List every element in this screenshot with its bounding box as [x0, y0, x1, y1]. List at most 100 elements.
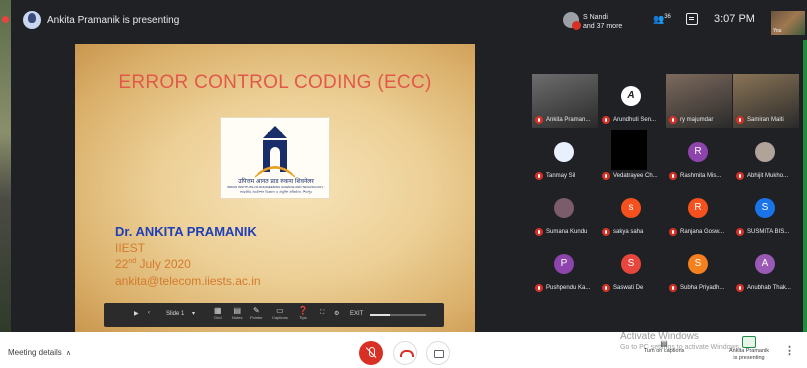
date-rest: July 2020: [136, 257, 191, 271]
muted-mic-icon: [736, 172, 744, 180]
self-view-thumbnail[interactable]: You: [771, 11, 805, 35]
participant-name-text: Saswati De: [613, 285, 644, 291]
participant-name-text: Abhijit Mukho...: [747, 173, 789, 179]
participant-name: Vedatrayee Ch...: [602, 172, 658, 181]
muted-mic-icon: [669, 228, 677, 236]
participant-name-text: Anubhab Thak...: [747, 285, 791, 291]
slide-dropdown-icon[interactable]: ▾: [192, 310, 195, 317]
participant-avatar: R: [688, 198, 708, 218]
participant-name-text: Sumana Kundu: [546, 229, 588, 235]
microphone-off-button[interactable]: [359, 341, 383, 365]
participant-name: Rashmita Mis...: [669, 172, 721, 181]
participant-tile[interactable]: S Saswati De: [599, 242, 665, 296]
muted-mic-icon: [669, 116, 677, 124]
captions-label: Turn on captions: [643, 348, 685, 354]
captions-button[interactable]: ▭ Captions: [272, 306, 288, 320]
prev-arrow-icon[interactable]: ‹: [148, 310, 150, 316]
fullscreen-icon[interactable]: ⛶: [320, 310, 324, 317]
progress-slider[interactable]: [370, 314, 426, 316]
grid-button[interactable]: ▦ Grid: [214, 306, 222, 320]
participant-name: Subha Priyadh...: [669, 284, 724, 293]
pointer-button[interactable]: ✎ Pointer: [250, 306, 263, 320]
participant-video-off: [611, 130, 647, 170]
chat-icon[interactable]: [686, 13, 698, 25]
participant-name: Tanmay Sil: [535, 172, 575, 181]
participant-tile[interactable]: Samiran Maiti: [733, 74, 799, 128]
participant-name: Pushpendu Ka...: [535, 284, 590, 293]
progress-fill: [370, 314, 390, 316]
participant-name-text: sakya saha: [613, 229, 644, 235]
camera-button[interactable]: [426, 341, 450, 365]
more-options-icon[interactable]: ⋮: [784, 344, 795, 357]
logo-text-hindi: उपित्तम आनत प्राड रुकना शिवनेलर: [238, 179, 314, 185]
muted-mic-icon: [736, 284, 744, 292]
participant-name-text: Ankita Praman...: [546, 117, 591, 123]
muted-mic-icon: [669, 284, 677, 292]
participant-name-text: SUSMITA BIS...: [747, 229, 790, 235]
participant-mini-avatar: [563, 12, 581, 30]
muted-mic-icon: [602, 228, 610, 236]
logo-text-bengali: ভারতীয় প্রকৌশল বিজ্ঞান ও প্রযুক্তি প্রত…: [239, 190, 313, 194]
participant-avatar: [755, 142, 775, 162]
participant-tile[interactable]: R Ranjana Gosw...: [666, 186, 732, 240]
participant-tile[interactable]: S Subha Priyadh...: [666, 242, 732, 296]
captions-cc-icon: ▤: [660, 339, 668, 348]
muted-mic-icon: [572, 21, 581, 30]
muted-mic-icon: [669, 172, 677, 180]
participant-tile[interactable]: S SUSMITA BIS...: [733, 186, 799, 240]
muted-mic-icon: [602, 172, 610, 180]
people-count: 36: [664, 14, 671, 20]
logo-emblem-icon: [255, 126, 295, 178]
logo-text-english: INDIAN INSTITUTE OF ENGINEERING SCIENCE …: [227, 185, 325, 189]
participant-tile[interactable]: R Rashmita Mis...: [666, 130, 732, 184]
slide-selector[interactable]: Slide 1: [166, 311, 184, 317]
participant-name: Ankita Praman...: [535, 116, 590, 125]
participant-tile[interactable]: Sumana Kundu: [532, 186, 598, 240]
participant-avatar: P: [554, 254, 574, 274]
participant-tile[interactable]: A Anubhab Thak...: [733, 242, 799, 296]
participant-tile[interactable]: ry majumdar: [666, 74, 732, 128]
presentation-area: ERROR CONTROL CODING (ECC) उपित्तम आनत प…: [11, 44, 537, 332]
participant-name-text: Vedatrayee Ch...: [613, 173, 658, 179]
participant-name-text: ry majumdar: [680, 117, 714, 123]
participants-preview[interactable]: S Nandi and 37 more: [563, 10, 633, 36]
presenting-status-button[interactable]: Ankita Pramanik is presenting: [727, 336, 771, 362]
participant-tile[interactable]: Ankita Praman...: [532, 74, 598, 128]
slide-email: ankita@telecom.iiests.ac.in: [115, 274, 261, 288]
notes-button[interactable]: ▤ Notes: [232, 306, 242, 320]
institute-logo: उपित्तम आनत प्राड रुकना शिवनेलर INDIAN I…: [220, 117, 330, 199]
participant-tile[interactable]: Abhijit Mukho...: [733, 130, 799, 184]
play-button[interactable]: ▶: [134, 310, 139, 317]
notification-dot: [2, 16, 9, 23]
tips-button[interactable]: ❓ Tips: [298, 306, 308, 320]
participant-tile[interactable]: P Pushpendu Ka...: [532, 242, 598, 296]
present-label-status: is presenting: [733, 355, 765, 361]
presenting-label: Ankita Pramanik is presenting: [47, 15, 180, 26]
participant-tile[interactable]: s sakya saha: [599, 186, 665, 240]
participant-name: Sumana Kundu: [535, 228, 587, 237]
turn-on-captions-button[interactable]: ▤ Turn on captions: [636, 339, 692, 354]
participant-tile[interactable]: Tanmay Sil: [532, 130, 598, 184]
participant-avatar: A: [755, 254, 775, 274]
meeting-details-button[interactable]: Meeting details ∧: [8, 348, 71, 357]
people-button[interactable]: 👥36: [653, 14, 671, 25]
participant-name: Samiran Maiti: [736, 116, 784, 125]
participant-tile[interactable]: Vedatrayee Ch...: [599, 130, 665, 184]
participant-name-text: Subha Priyadh...: [680, 285, 725, 291]
settings-gear-icon[interactable]: ⚙: [334, 310, 339, 317]
captions-icon: ▭: [276, 306, 284, 315]
participant-avatar: S: [621, 254, 641, 274]
slide: ERROR CONTROL CODING (ECC) उपित्तम आनत प…: [75, 44, 475, 332]
participant-name-text: Pushpendu Ka...: [546, 285, 591, 291]
grid-icon: ▦: [214, 306, 222, 315]
muted-mic-icon: [535, 228, 543, 236]
participant-tile[interactable]: A Arundhuti Sen...: [599, 74, 665, 128]
self-view-label: You: [773, 28, 782, 34]
muted-mic-icon: [736, 116, 744, 124]
participant-name-text: Samiran Maiti: [747, 117, 784, 123]
exit-button[interactable]: EXIT: [350, 311, 363, 317]
clock: 3:07 PM: [714, 13, 755, 25]
pen-icon: ✎: [252, 306, 260, 315]
hang-up-button[interactable]: [393, 341, 417, 365]
participant-avatar: A: [621, 86, 641, 106]
